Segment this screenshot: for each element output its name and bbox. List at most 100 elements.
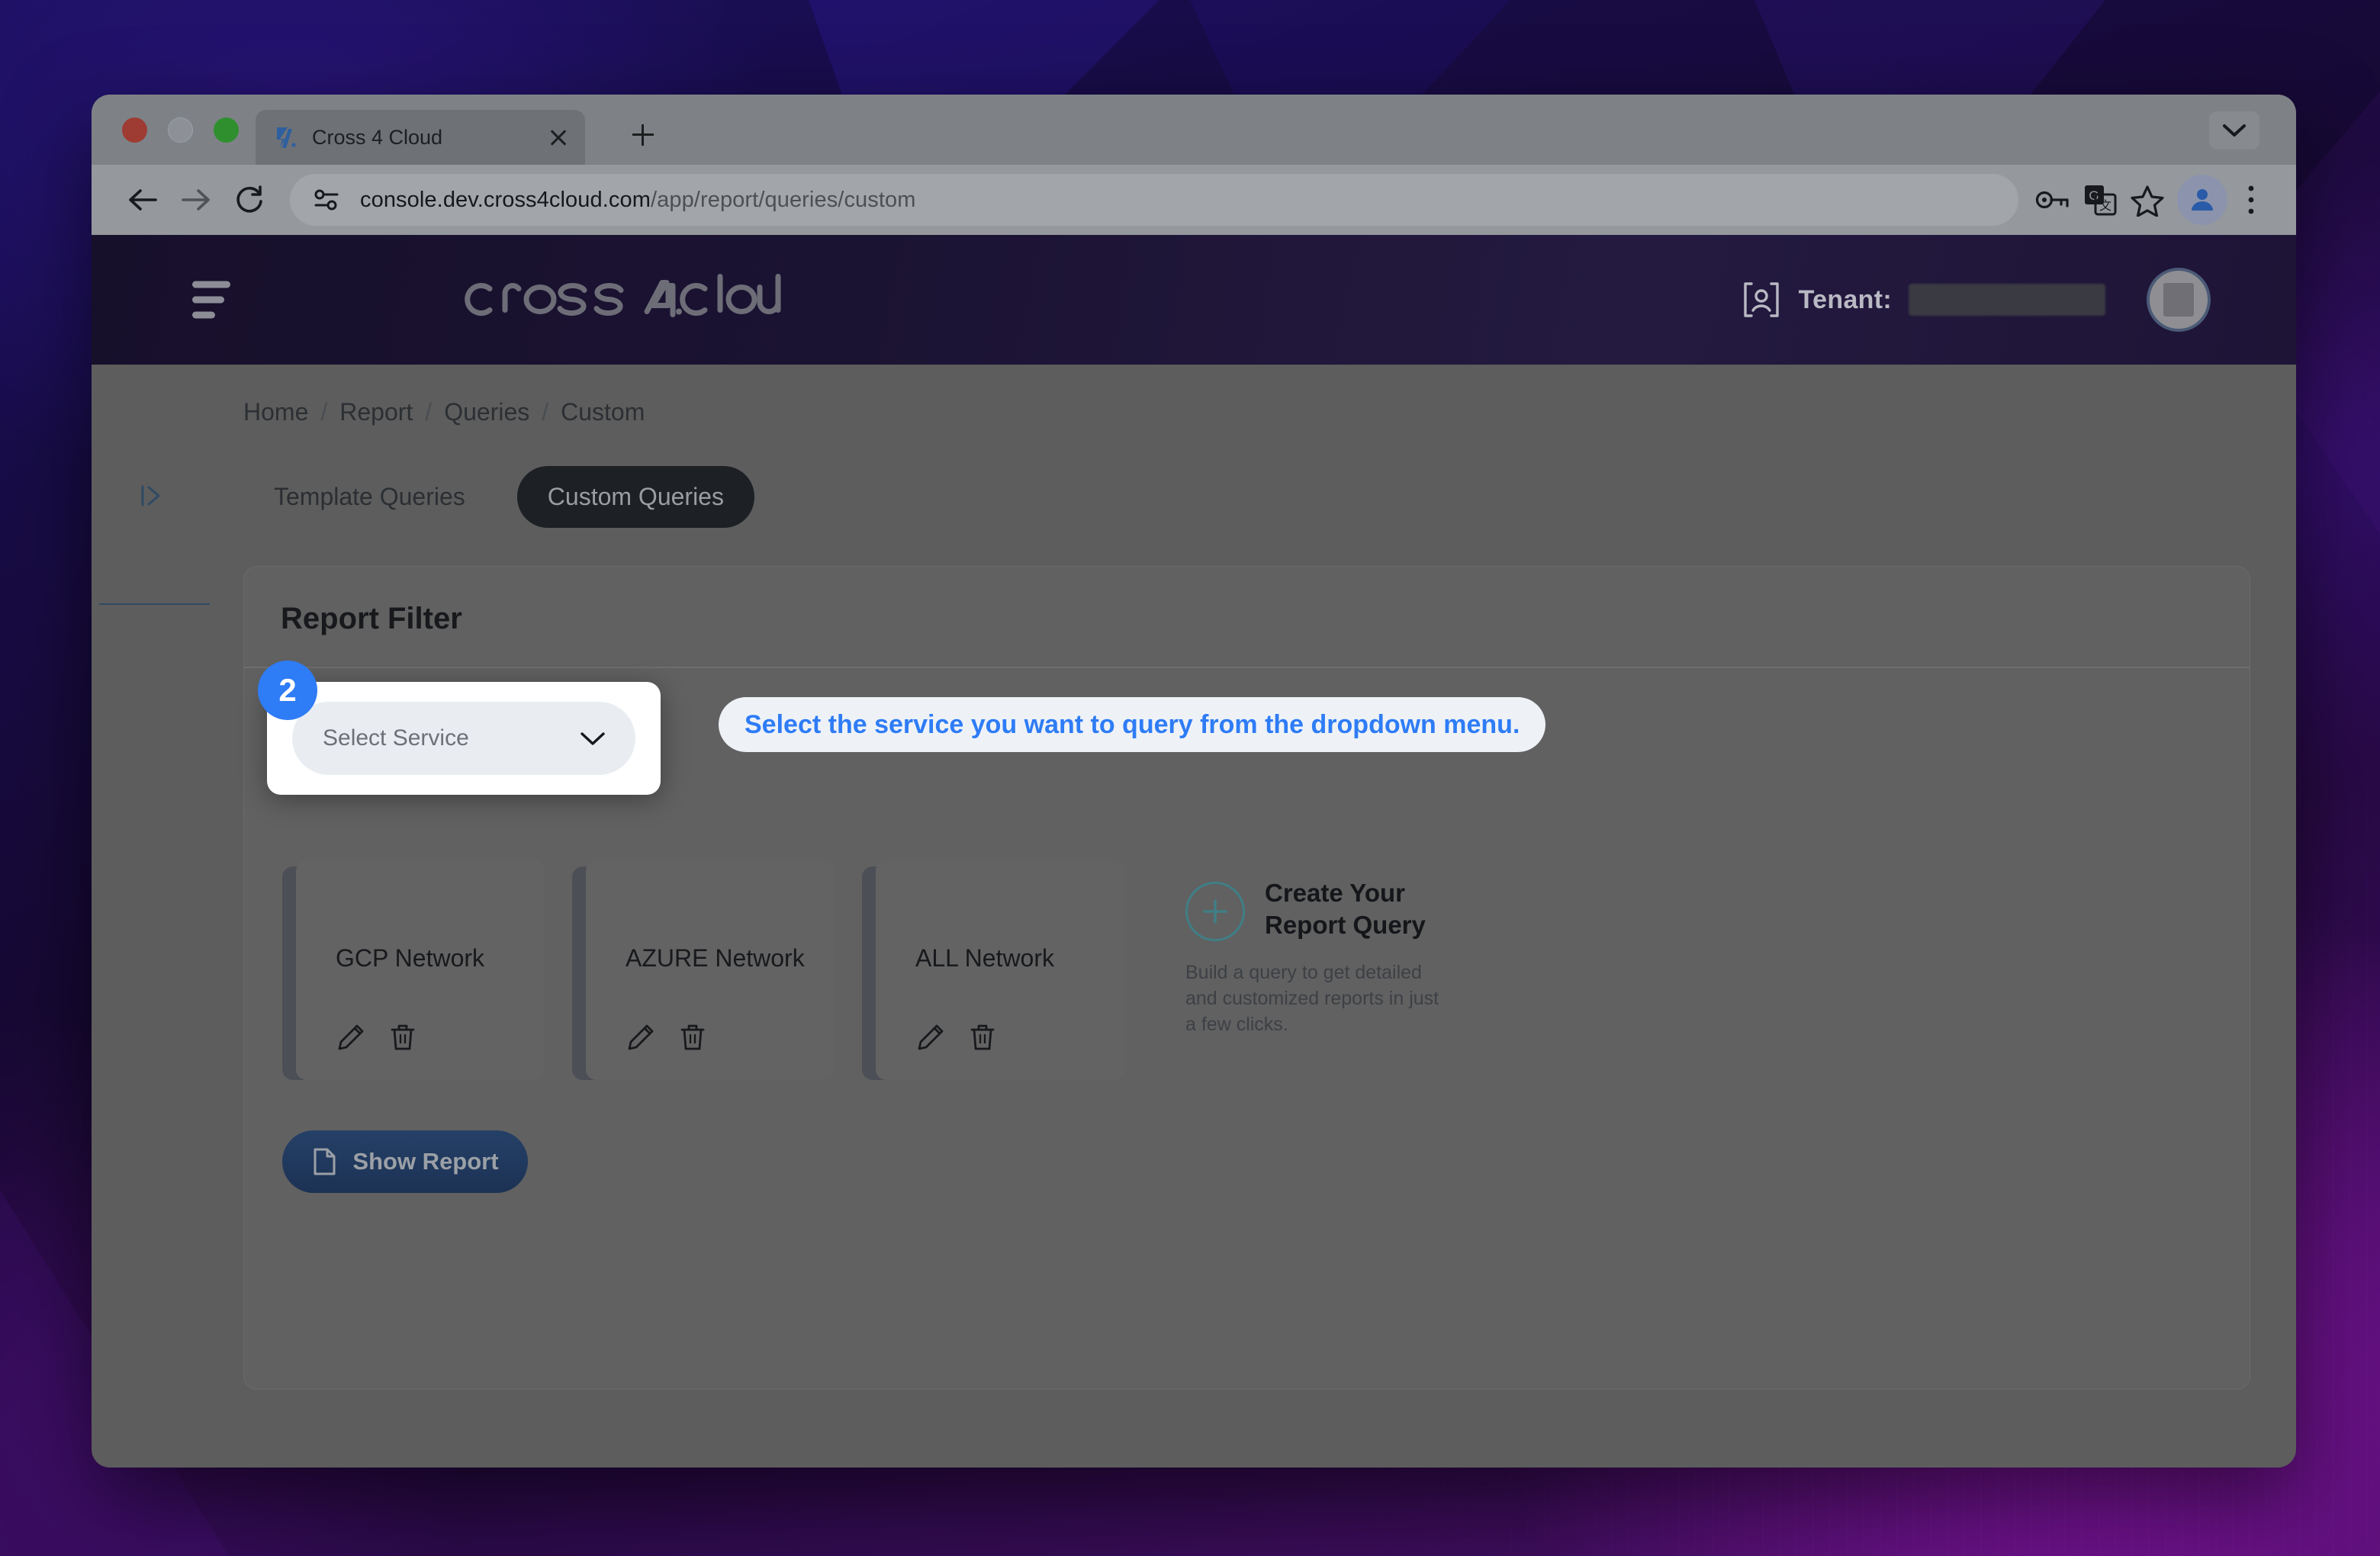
plus-circle-icon[interactable] (1185, 882, 1245, 941)
tab-template-queries[interactable]: Template Queries (243, 466, 496, 528)
step-tooltip-text: Select the service you want to query fro… (745, 709, 1520, 739)
trash-icon[interactable] (388, 1022, 418, 1053)
site-settings-icon[interactable] (310, 183, 343, 217)
expand-sidebar-icon (141, 485, 159, 506)
report-filter-panel: Report Filter 2 Select Service Select th… (243, 566, 2250, 1390)
address-host: console.dev.cross4cloud.com (360, 187, 651, 212)
translate-icon: G 文 (2085, 185, 2117, 216)
tenant-label: Tenant: (1798, 285, 1892, 314)
browser-toolbar: console.dev.cross4cloud.com/app/report/q… (92, 165, 2296, 235)
forward-button[interactable] (169, 173, 223, 227)
expand-sidebar-button[interactable] (134, 479, 168, 513)
query-card-list: GCP Network AZURE Network ALL Network Cr… (281, 860, 2213, 1086)
document-icon (314, 1148, 336, 1175)
breadcrumb-item-report[interactable]: Report (339, 398, 413, 426)
select-service-spotlight: 2 Select Service (258, 661, 661, 795)
user-avatar-icon (2163, 283, 2194, 317)
select-service-placeholder: Select Service (323, 725, 469, 751)
breadcrumb-separator: / (425, 398, 433, 426)
tab-custom-queries[interactable]: Custom Queries (516, 466, 754, 528)
close-tab-button[interactable] (545, 124, 571, 150)
browser-tab-title: Cross 4 Cloud (312, 125, 443, 149)
back-arrow-icon (129, 189, 157, 211)
chevron-down-icon (2223, 124, 2246, 137)
card-body: AZURE Network (586, 860, 835, 1080)
pencil-icon[interactable] (336, 1022, 366, 1053)
forward-arrow-icon (182, 189, 210, 211)
reload-button[interactable] (223, 173, 276, 227)
plus-icon (1203, 899, 1227, 924)
app-body: Home / Report / Queries / Custom Templat… (92, 365, 2296, 1468)
star-icon (2131, 185, 2164, 217)
sidebar-divider (99, 603, 210, 605)
app-header: Tenant: (92, 235, 2296, 365)
card-actions (626, 1022, 835, 1053)
create-title: Create Your Report Query (1265, 877, 1426, 941)
query-card-title: AZURE Network (626, 944, 805, 972)
avatar[interactable] (2147, 268, 2211, 332)
three-dot-menu-icon (2248, 185, 2254, 214)
trash-icon[interactable] (677, 1022, 708, 1053)
tenant-value-redacted (1909, 284, 2105, 316)
maximize-window-button[interactable] (214, 117, 239, 143)
show-report-button[interactable]: Show Report (282, 1130, 528, 1193)
browser-tab[interactable]: Cross 4 Cloud (256, 110, 585, 165)
bookmark-button[interactable] (2124, 176, 2171, 223)
breadcrumb-item-queries[interactable]: Queries (444, 398, 529, 426)
breadcrumb-separator: / (320, 398, 328, 426)
browser-tabstrip: Cross 4 Cloud (92, 95, 2296, 165)
window-controls[interactable] (122, 117, 239, 143)
step-tooltip: Select the service you want to query fro… (719, 697, 1546, 752)
query-card[interactable]: GCP Network (282, 860, 545, 1086)
brand-logo[interactable] (458, 271, 786, 330)
password-manager-button[interactable] (2029, 176, 2076, 223)
trash-icon[interactable] (967, 1022, 998, 1053)
page-title: Report Filter (281, 602, 462, 635)
breadcrumb: Home / Report / Queries / Custom (243, 398, 2250, 426)
tenant-indicator[interactable]: Tenant: (1741, 279, 2105, 320)
sidebar-rail (92, 365, 210, 1468)
query-card[interactable]: ALL Network (862, 860, 1124, 1086)
tenant-user-icon (1743, 282, 1779, 317)
step-badge: 2 (258, 661, 317, 720)
address-bar[interactable]: console.dev.cross4cloud.com/app/report/q… (290, 174, 2018, 226)
new-tab-button[interactable] (626, 117, 661, 153)
key-icon (2035, 191, 2069, 209)
application-viewport: Tenant: Home / Report / Queries / Custom… (92, 235, 2296, 1468)
close-window-button[interactable] (122, 117, 147, 143)
card-actions (336, 1022, 545, 1053)
pencil-icon[interactable] (915, 1022, 946, 1053)
filter-body: 2 Select Service Select the service you … (244, 661, 2250, 1193)
query-card[interactable]: AZURE Network (572, 860, 835, 1086)
create-description: Build a query to get detailed and custom… (1185, 962, 1439, 1036)
browser-menu-button[interactable] (2227, 176, 2275, 223)
browser-window: Cross 4 Cloud console.dev.cross4cloud.co… (92, 95, 2296, 1468)
breadcrumb-item-home[interactable]: Home (243, 398, 308, 426)
reload-icon (236, 185, 262, 213)
address-path: /app/report/queries/custom (650, 187, 916, 212)
query-card-title: ALL Network (915, 944, 1054, 972)
create-report-query-block[interactable]: Create Your Report Query Build a query t… (1185, 860, 1491, 1086)
cross4cloud-logo-icon (277, 127, 296, 148)
query-card-title: GCP Network (336, 944, 485, 972)
card-body: ALL Network (876, 860, 1124, 1080)
minimize-window-button[interactable] (168, 117, 193, 143)
pencil-icon[interactable] (626, 1022, 656, 1053)
hamburger-menu-icon[interactable] (192, 281, 230, 319)
page-content: Home / Report / Queries / Custom Templat… (210, 365, 2296, 1468)
select-service-dropdown[interactable]: Select Service (292, 702, 635, 775)
breadcrumb-item-custom[interactable]: Custom (561, 398, 645, 426)
desktop-background: Cross 4 Cloud console.dev.cross4cloud.co… (0, 0, 2380, 1556)
card-actions (915, 1022, 1124, 1053)
back-button[interactable] (116, 173, 169, 227)
card-body: GCP Network (296, 860, 545, 1080)
browser-profile-button[interactable] (2177, 175, 2227, 225)
breadcrumb-separator: / (542, 398, 549, 426)
translate-button[interactable]: G 文 (2076, 176, 2124, 223)
create-header: Create Your Report Query (1185, 877, 1491, 941)
show-report-label: Show Report (352, 1148, 499, 1175)
tab-search-button[interactable] (2209, 111, 2259, 149)
chevron-down-icon (581, 732, 605, 745)
profile-avatar-icon (2192, 189, 2213, 211)
cross4cloud-logo-icon (465, 274, 781, 317)
